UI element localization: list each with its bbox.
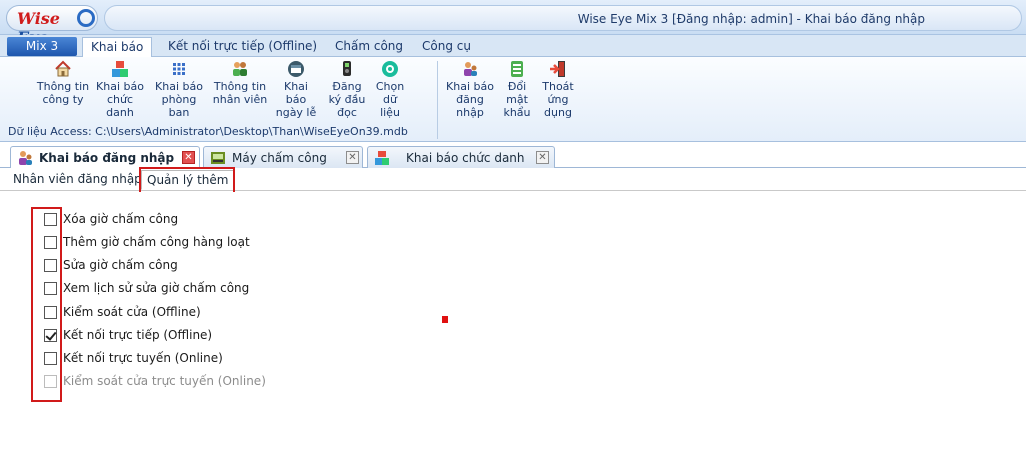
ribbon-button-select-data[interactable]: Chọn dữ liệu: [372, 60, 408, 119]
doc-tab-job-titles[interactable]: Khai báo chức danh ✕: [367, 146, 555, 168]
doc-tab-time-clock[interactable]: Máy chấm công ✕: [203, 146, 363, 168]
permission-label: Xóa giờ chấm công: [63, 212, 179, 226]
reader-device-icon: [338, 60, 356, 78]
ribbon-button-label: Thông tin nhân viên: [212, 80, 268, 106]
ribbon-button-label: Khai báo đăng nhập: [446, 80, 494, 119]
ribbon-button-register-reader[interactable]: Đăng ký đầu đọc: [326, 60, 368, 119]
ribbon-button-holidays[interactable]: Khai báo ngày lễ: [274, 60, 318, 119]
menu-tab-cong-cu[interactable]: Công cụ: [414, 37, 479, 57]
menu-tab-cham-cong[interactable]: Chấm công: [327, 37, 411, 57]
close-icon[interactable]: ✕: [182, 151, 195, 164]
ribbon-button-employee-info[interactable]: Thông tin nhân viên: [211, 60, 269, 106]
menu-tab-khai-bao[interactable]: Khai báo: [82, 37, 153, 57]
logo-ring-icon: [77, 9, 95, 27]
window-title: Wise Eye Mix 3 [Đăng nhập: admin] - Khai…: [577, 12, 925, 26]
app-menu-button[interactable]: Mix 3: [7, 37, 77, 56]
ribbon-button-label: Thoát ứng dụng: [542, 80, 574, 119]
ribbon-group-separator: [437, 61, 438, 139]
sub-tab-login-employees[interactable]: Nhân viên đăng nhập: [8, 170, 147, 190]
ribbon-button-label: Khai báo chức danh: [96, 80, 144, 119]
ribbon-button-company-info[interactable]: Thông tin công ty: [36, 60, 90, 106]
data-select-icon: [381, 60, 399, 78]
login-users-icon: [461, 60, 479, 78]
title-area: Wise Eye Mix 3 [Đăng nhập: admin] - Khai…: [104, 5, 1022, 31]
permission-label: Sửa giờ chấm công: [63, 258, 178, 272]
login-users-icon: [17, 150, 33, 166]
ribbon-button-job-titles[interactable]: Khai báo chức danh: [93, 60, 147, 119]
abc-blocks-icon: [374, 150, 390, 166]
ribbon-button-change-password[interactable]: Đổi mật khẩu: [501, 60, 533, 119]
ribbon-button-label: Đổi mật khẩu: [503, 80, 531, 119]
close-icon[interactable]: ✕: [346, 151, 359, 164]
document-tabs: Khai báo đăng nhập ✕ Máy chấm công ✕ Kha…: [0, 146, 1026, 169]
data-source-path: Dữ liệu Access: C:\Users\Administrator\D…: [8, 125, 408, 138]
ribbon-button-login-users[interactable]: Khai báo đăng nhập: [443, 60, 497, 119]
exit-icon: [549, 60, 567, 78]
time-clock-icon: [210, 150, 226, 166]
permission-label: Thêm giờ chấm công hàng loạt: [63, 235, 250, 249]
ribbon-button-label: Chọn dữ liệu: [375, 80, 405, 119]
menu-bar: Mix 3 Khai báo Kết nối trực tiếp (Offlin…: [0, 35, 1026, 57]
ribbon-button-exit-app[interactable]: Thoát ứng dụng: [538, 60, 578, 119]
red-marker: [442, 316, 448, 323]
app-logo[interactable]: Wise Eye: [6, 5, 98, 47]
permission-label: Kết nối trực tiếp (Offline): [63, 328, 213, 342]
close-icon[interactable]: ✕: [536, 151, 549, 164]
permission-label: Kiểm soát cửa trực tuyến (Online): [63, 374, 266, 388]
highlight-box-checkboxes: [31, 207, 62, 402]
permission-label: Kiểm soát cửa (Offline): [63, 305, 201, 319]
password-icon: [508, 60, 526, 78]
calendar-icon: [287, 60, 305, 78]
doc-tab-login-declaration[interactable]: Khai báo đăng nhập ✕: [10, 146, 200, 169]
permission-label: Kết nối trực tuyến (Online): [63, 351, 223, 365]
grid-icon: [170, 60, 188, 78]
ribbon-button-label: Đăng ký đầu đọc: [328, 80, 366, 119]
ribbon-button-label: Khai báo phòng ban: [155, 80, 203, 119]
abc-blocks-icon: [111, 60, 129, 78]
house-icon: [54, 60, 72, 78]
menu-tab-ket-noi-truc-tiep[interactable]: Kết nối trực tiếp (Offline): [160, 37, 325, 57]
doc-tab-label: Máy chấm công: [232, 151, 327, 165]
ribbon-button-departments[interactable]: Khai báo phòng ban: [151, 60, 207, 119]
ribbon: Thông tin công ty Khai báo chức danh Kha…: [0, 57, 1026, 142]
title-bar: Wise Eye Wise Eye Mix 3 [Đăng nhập: admi…: [0, 0, 1026, 47]
permission-label: Xem lịch sử sửa giờ chấm công: [63, 281, 250, 295]
ribbon-button-label: Khai báo ngày lễ: [275, 80, 317, 119]
ribbon-button-label: Thông tin công ty: [36, 80, 90, 106]
doc-tab-label: Khai báo chức danh: [406, 151, 525, 165]
people-icon: [231, 60, 249, 78]
doc-tab-label: Khai báo đăng nhập: [39, 151, 175, 165]
